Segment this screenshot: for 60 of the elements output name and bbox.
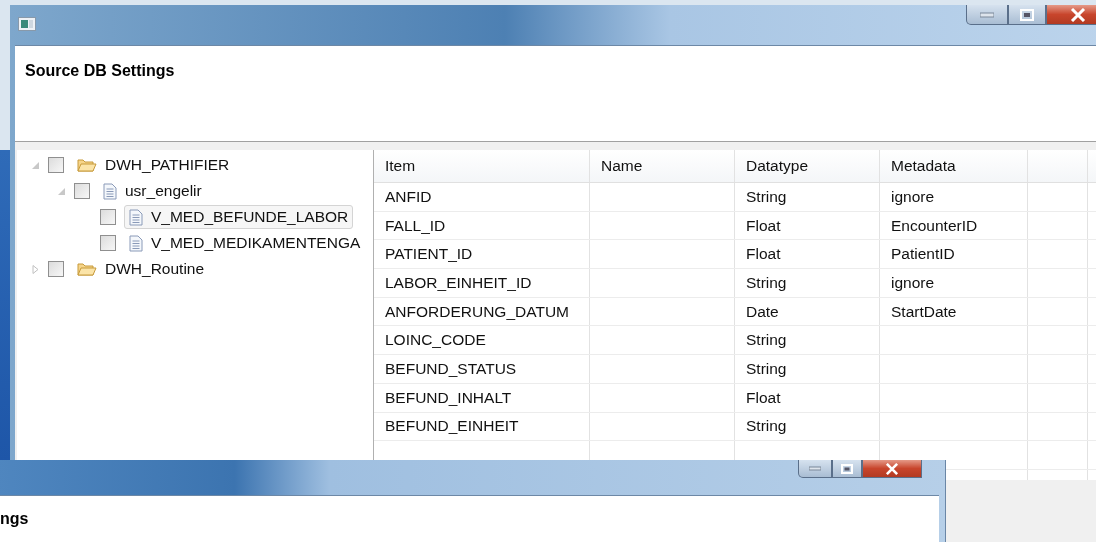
close-button[interactable] — [1046, 5, 1096, 25]
folder-icon — [77, 157, 97, 173]
document-icon — [103, 182, 117, 200]
tree-item[interactable]: usr_engelir — [98, 179, 207, 203]
close-icon — [885, 462, 899, 475]
table-cell: StartDate — [880, 297, 1028, 326]
dialog-title: Source DB Settings — [25, 62, 175, 79]
tree-item[interactable]: DWH_Routine — [72, 257, 210, 281]
folder-icon — [77, 261, 97, 277]
collapsed-arrow-icon[interactable] — [31, 264, 40, 274]
expanded-arrow-icon[interactable] — [57, 186, 66, 196]
expanded-arrow-icon[interactable] — [31, 160, 40, 170]
document-icon — [129, 208, 143, 226]
table-cell: LOINC_CODE — [374, 326, 590, 355]
maximize-button[interactable] — [832, 460, 862, 478]
document-icon — [129, 234, 143, 252]
column-header[interactable]: Name — [590, 150, 735, 182]
table-cell: ANFORDERUNG_DATUM — [374, 297, 590, 326]
maximize-button[interactable] — [1008, 5, 1046, 25]
checkbox[interactable] — [48, 261, 64, 277]
table-cell: LABOR_EINHEIT_ID — [374, 269, 590, 297]
table-cell: ignore — [880, 269, 1028, 297]
table-cell: ignore — [880, 183, 1028, 211]
table-cell: BEFUND_EINHEIT — [374, 412, 590, 441]
checkbox[interactable] — [74, 183, 90, 199]
maximize-icon — [1020, 8, 1034, 21]
table-cell: Float — [735, 383, 880, 412]
table-cell: Float — [735, 211, 880, 240]
close-button[interactable] — [862, 460, 922, 478]
table-cell: ANFID — [374, 183, 590, 211]
table-cell: BEFUND_INHALT — [374, 383, 590, 412]
minimize-icon — [809, 466, 821, 471]
selected-tree-item[interactable]: V_MED_BEFUNDE_LABOR — [124, 205, 354, 229]
table-cell: String — [735, 355, 880, 383]
table-cell: String — [735, 412, 880, 441]
minimize-button[interactable] — [798, 460, 832, 478]
column-header[interactable]: Item — [374, 150, 590, 182]
table-cell: PatientID — [880, 240, 1028, 269]
maximize-icon — [841, 463, 853, 474]
column-header[interactable]: Datatype — [735, 150, 880, 182]
table-cell: PATIENT_ID — [374, 240, 590, 269]
table-cell: FALL_ID — [374, 211, 590, 240]
checkbox[interactable] — [48, 157, 64, 173]
table-cell: EncounterID — [880, 211, 1028, 240]
tree-item[interactable]: V_MED_MEDIKAMENTENGA — [124, 231, 366, 255]
table-cell: Date — [735, 297, 880, 326]
dialog-title: ngs — [0, 510, 29, 527]
table-cell: String — [735, 183, 880, 211]
checkbox[interactable] — [100, 209, 116, 225]
checkbox[interactable] — [100, 235, 116, 251]
minimize-icon — [980, 11, 994, 18]
table-cell: String — [735, 326, 880, 355]
table-cell: Float — [735, 240, 880, 269]
minimize-button[interactable] — [966, 5, 1008, 25]
app-icon — [18, 17, 36, 31]
column-header[interactable]: Metadata — [880, 150, 1028, 182]
table-cell: BEFUND_STATUS — [374, 355, 590, 383]
tree-item[interactable]: DWH_PATHIFIER — [72, 153, 235, 177]
close-icon — [1070, 7, 1086, 22]
table-cell: String — [735, 269, 880, 297]
